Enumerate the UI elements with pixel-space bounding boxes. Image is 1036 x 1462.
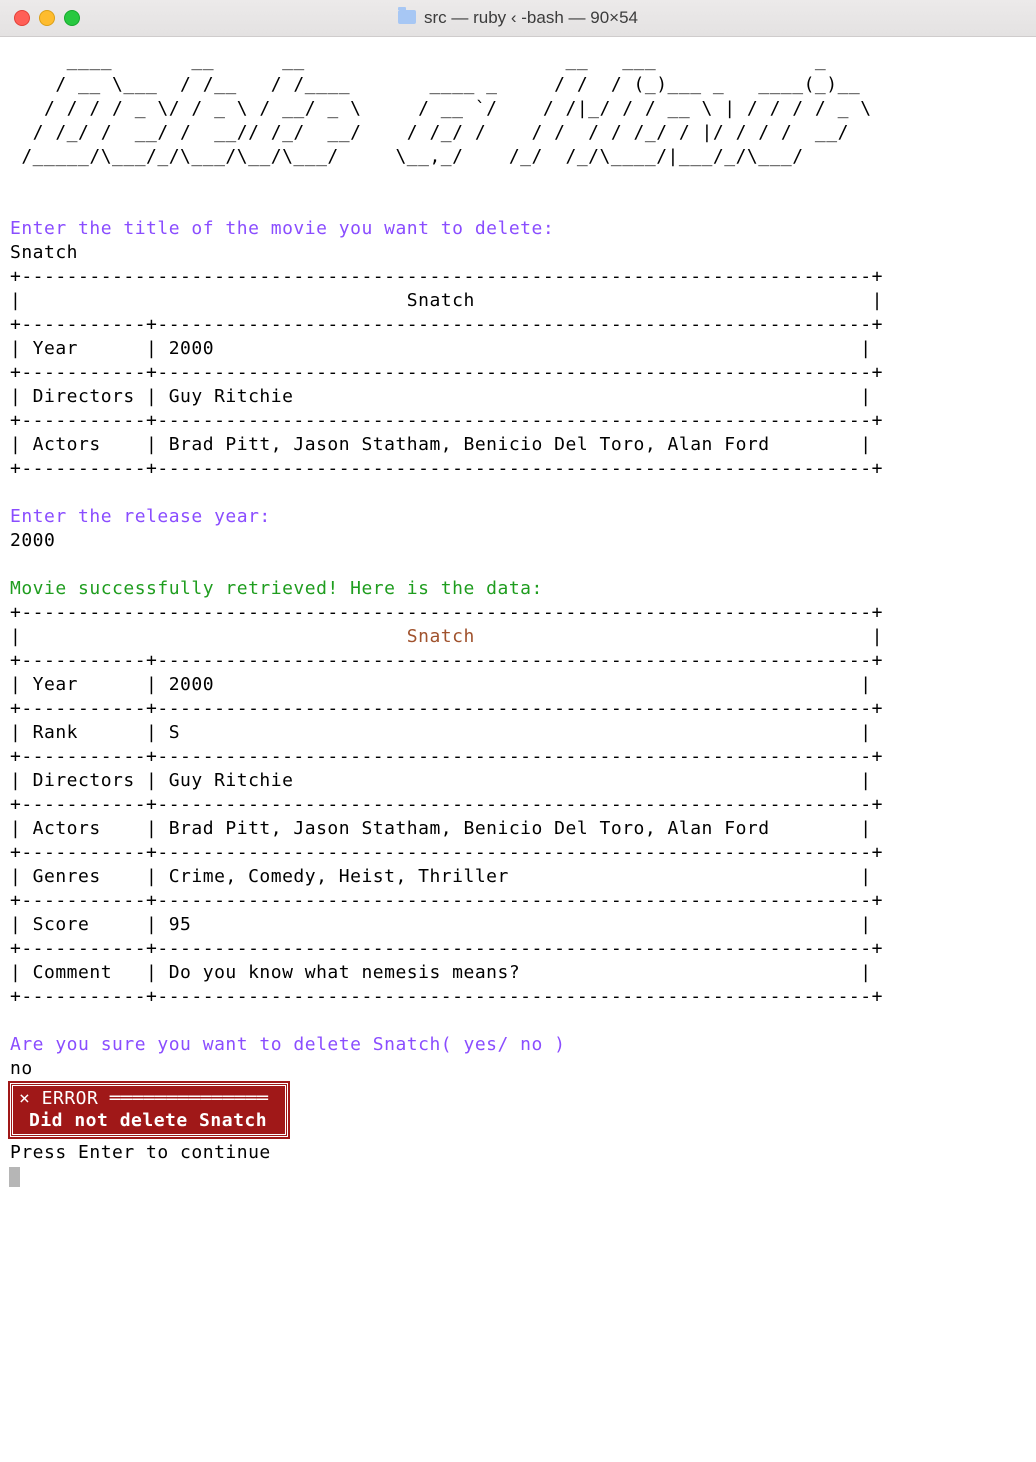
cursor-icon — [9, 1167, 20, 1187]
continue-prompt: Press Enter to continue — [10, 1142, 271, 1163]
prompt-release-year: Enter the release year: — [10, 506, 271, 527]
table2: +---------------------------------------… — [10, 602, 883, 1007]
terminal-output[interactable]: ____ __ __ __ ___ _ / __ \___ / /__ / /_… — [0, 37, 1036, 1189]
table1: +---------------------------------------… — [10, 266, 883, 479]
success-message: Movie successfully retrieved! Here is th… — [10, 578, 543, 599]
confirm-prompt: Are you sure you want to delete Snatch( … — [10, 1034, 566, 1055]
error-box: × ERROR ══════════════ Did not delete Sn… — [10, 1110, 288, 1131]
window-title: src — ruby ‹ -bash — 90×54 — [0, 8, 1036, 28]
folder-icon — [398, 10, 416, 24]
window-titlebar: src — ruby ‹ -bash — 90×54 — [0, 0, 1036, 37]
input-title: Snatch — [10, 242, 78, 263]
confirm-input: no — [10, 1058, 33, 1079]
prompt-delete-title: Enter the title of the movie you want to… — [10, 218, 554, 239]
window-title-text: src — ruby ‹ -bash — 90×54 — [424, 8, 638, 28]
input-year: 2000 — [10, 530, 55, 551]
ascii-art: ____ __ __ __ ___ _ / __ \___ / /__ / /_… — [10, 50, 872, 167]
